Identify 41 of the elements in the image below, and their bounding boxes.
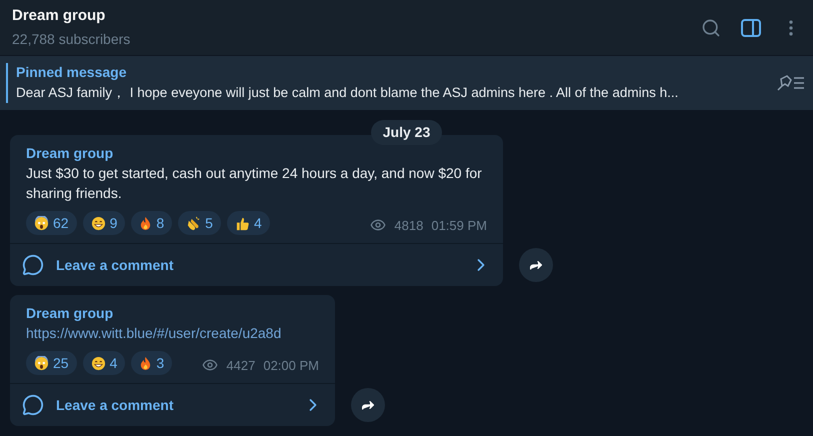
views-icon [202,357,218,374]
message-time: 02:00 PM [263,356,319,374]
chat-title: Dream group [12,6,106,26]
screaming-face-icon [34,216,49,230]
screaming-face-icon [34,356,49,370]
message-text: Just $30 to get started, cash out anytime 24 hours a day, and now $20 for sharing friends. [26,164,483,203]
fire-icon [139,216,152,230]
sidebar-toggle-icon[interactable] [741,18,761,36]
reaction-chip[interactable]: 62 [26,211,77,235]
subscriber-count: 22,788 subscribers [12,30,132,50]
pinned-label: Pinned message [16,63,128,82]
comment-icon [22,254,44,276]
views-icon [370,217,386,234]
fire-icon [139,356,152,370]
message-link[interactable]: https://www.witt.blue/#/user/create/u2a8d [26,323,319,343]
share-button[interactable] [519,248,553,282]
thumbs-up-icon [234,216,250,230]
author-name: Dream group [26,304,114,323]
pin-list-icon[interactable] [775,74,805,92]
reaction-chip[interactable]: 25 [26,351,77,375]
reaction-chip[interactable]: 5 [178,211,221,235]
grinning-face-icon [90,356,106,370]
comment-button[interactable]: Leave a comment [10,384,335,426]
view-count: 4818 [394,216,424,234]
reaction-chip[interactable]: 9 [82,211,126,235]
comment-button[interactable]: Leave a comment [10,244,503,286]
view-count: 4427 [226,356,256,374]
reaction-chip[interactable]: 4 [226,211,270,235]
reaction-chip[interactable]: 8 [131,211,172,235]
search-icon[interactable] [701,18,721,38]
share-button[interactable] [351,388,385,422]
author-name: Dream group [26,144,114,163]
reaction-chip[interactable]: 4 [82,351,126,375]
reaction-chip[interactable]: 3 [131,351,172,375]
message-time: 01:59 PM [431,216,487,234]
pinned-text: Dear ASJ family， I hope eveyone will just be calm and dont blame the ASJ admins here . All of the admins h... [16,84,680,102]
date-badge: July 23 [370,120,442,145]
grinning-face-icon [90,216,106,230]
pinned-bar[interactable]: Pinned message Dear ASJ family， I hope eveyone will just be calm and dont blame the ASJ admins here . All of the admins h... [0,55,813,110]
comment-icon [22,394,44,416]
clapping-hands-icon [186,216,202,230]
